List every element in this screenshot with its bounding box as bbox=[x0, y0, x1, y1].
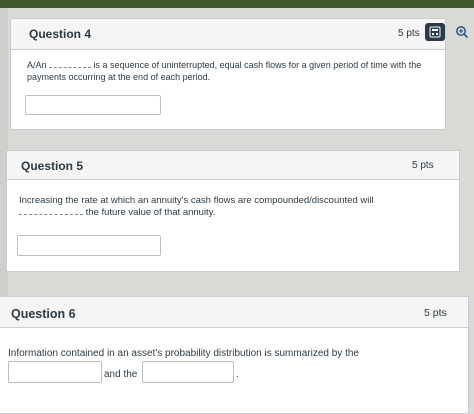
zoom-button[interactable] bbox=[452, 23, 472, 41]
question-points: 5 pts bbox=[412, 160, 434, 171]
question-title: Question 4 bbox=[29, 27, 92, 41]
answer-input-2[interactable] bbox=[142, 361, 234, 383]
question-title: Question 6 bbox=[11, 307, 76, 321]
blank-line bbox=[19, 214, 83, 216]
answer-input[interactable] bbox=[25, 95, 161, 115]
calculator-button[interactable] bbox=[425, 23, 445, 41]
question-header: Question 4 5 pts bbox=[11, 19, 445, 50]
question-header: Question 5 5 pts bbox=[7, 151, 459, 180]
question-card-6: Question 6 5 pts Information contained i… bbox=[0, 296, 469, 414]
answer-input[interactable] bbox=[17, 235, 161, 256]
question-title: Question 5 bbox=[21, 159, 84, 173]
top-header-band bbox=[0, 0, 474, 8]
question-card-5: Question 5 5 pts Increasing the rate at … bbox=[6, 150, 460, 272]
calculator-icon bbox=[429, 26, 441, 38]
sentence-end: . bbox=[236, 369, 239, 380]
question-text: Information contained in an asset's prob… bbox=[8, 348, 359, 359]
blank-line bbox=[49, 67, 92, 68]
question-text: A/An is a sequence of uninterrupted, equ… bbox=[27, 60, 427, 83]
question-text-start: Increasing the rate at which an annuity'… bbox=[19, 195, 374, 206]
zoom-icon bbox=[456, 26, 469, 39]
question-points: 5 pts bbox=[398, 28, 420, 39]
question-card-4: Question 4 5 pts A/An is a sequence of u… bbox=[10, 18, 446, 130]
answer-input-1[interactable] bbox=[8, 361, 102, 383]
question-text: Increasing the rate at which an annuity'… bbox=[19, 195, 439, 220]
connector-text: and the bbox=[104, 369, 138, 380]
question-text-start: A/An bbox=[27, 60, 47, 70]
question-text-end: is a sequence of uninterrupted, equal ca… bbox=[27, 60, 422, 82]
question-text-end: the future value of that annuity. bbox=[85, 207, 216, 219]
question-header: Question 6 5 pts bbox=[0, 297, 468, 328]
question-points: 5 pts bbox=[424, 307, 447, 319]
